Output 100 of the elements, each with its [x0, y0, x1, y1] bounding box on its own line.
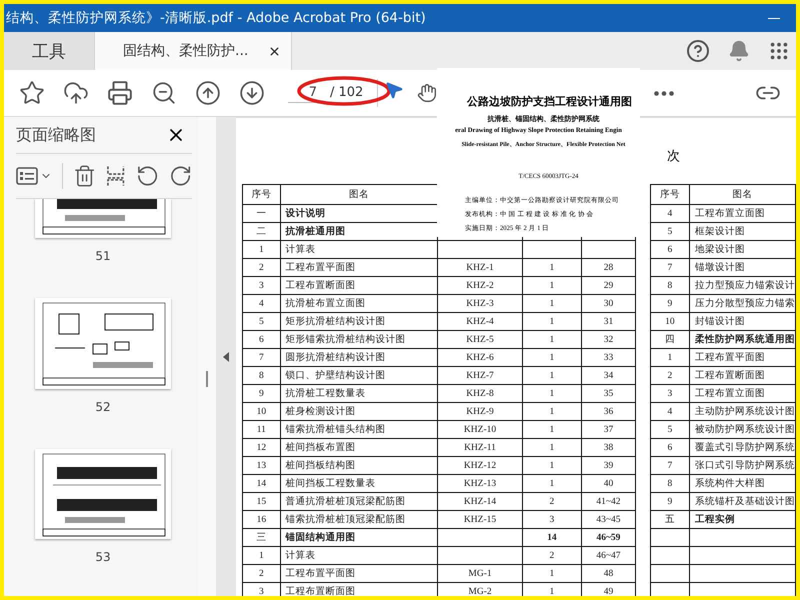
- cover-title: 公路边坡防护支挡工程设计通用图: [467, 94, 632, 109]
- table-cell: 35: [604, 388, 614, 398]
- table-cell: KHZ-12: [464, 460, 496, 470]
- table-cell: 4: [258, 298, 264, 308]
- table-cell: 工程布置平面图: [286, 569, 356, 579]
- table-cell: 16: [256, 514, 266, 524]
- star-icon: [19, 80, 45, 106]
- table-cell: 圆形抗滑桩结构设计图: [286, 353, 386, 363]
- table-cell: KHZ-9: [466, 406, 494, 416]
- table-cell: 系统锚杆及基础设计图: [695, 497, 795, 507]
- column-header: 图名: [732, 190, 752, 200]
- table-cell: 5: [258, 316, 264, 326]
- column-header: 序号: [251, 190, 272, 200]
- table-cell: 12: [256, 442, 266, 452]
- table-cell: 15: [256, 496, 266, 506]
- table-cell: 1: [550, 460, 554, 470]
- table-cell: KHZ-10: [464, 424, 496, 434]
- table-cell: 工程布置平面图: [286, 263, 356, 273]
- panel-title: 页面缩略图: [16, 124, 96, 146]
- table-cell: KHZ-4: [466, 316, 494, 326]
- table-cell: 普通抗滑桩桩顶冠梁配筋图: [286, 497, 406, 507]
- table-cell: 1: [550, 370, 554, 380]
- table-cell: 36: [604, 406, 614, 416]
- table-cell: 7: [668, 262, 672, 272]
- table-cell: 锚索抗滑桩桩顶冠梁配筋图: [286, 515, 406, 525]
- column-header: 序号: [660, 190, 680, 200]
- page-heading: 次: [667, 148, 680, 164]
- table-cell: 桩间挡板结构图: [286, 461, 356, 471]
- apps-icon[interactable]: [768, 40, 790, 62]
- table-cell: 10: [665, 316, 675, 326]
- table-cell: 7: [258, 352, 264, 362]
- table-cell: 3: [550, 514, 554, 524]
- page-number: 53: [95, 550, 111, 564]
- table-cell: 抗滑桩通用图: [286, 227, 346, 237]
- table-cell: 29: [604, 280, 614, 290]
- table-cell: KHZ-13: [464, 478, 496, 488]
- options-button[interactable]: [16, 167, 52, 185]
- table-cell: 9: [668, 496, 672, 506]
- scrollbar-thumb[interactable]: [206, 371, 208, 387]
- table-cell: 抗滑桩布置立面图: [286, 299, 366, 309]
- table-cell: MG-2: [468, 586, 492, 596]
- column-header: 图名: [349, 190, 370, 200]
- table-cell: 地梁设计图: [695, 245, 745, 255]
- table-cell: 柔性防护网系统通用图: [695, 335, 795, 345]
- tab[interactable]: 固结构、柔性防护...: [95, 32, 292, 70]
- insert-page-icon[interactable]: [106, 164, 126, 188]
- window-title: 结构、柔性防护网系统》-清晰版.pdf - Adobe Acrobat Pro (64-bit): [6, 9, 426, 27]
- table-cell: 张口式引导防护网系统: [695, 461, 795, 471]
- list-icon: [16, 167, 38, 185]
- table-cell: 33: [604, 352, 614, 362]
- table-cell: MG-1: [468, 568, 492, 578]
- table-cell: 32: [604, 334, 614, 344]
- table-cell: 1: [258, 550, 264, 560]
- table-cell: 锚索抗滑桩锚头结构图: [286, 425, 386, 435]
- rotate-left-icon[interactable]: [136, 164, 159, 188]
- table-cell: 40: [604, 478, 614, 488]
- table-cell: 计算表: [286, 551, 316, 561]
- cursor-icon: [384, 80, 404, 100]
- page-total: / 102: [330, 79, 378, 107]
- table-cell: 工程布置断面图: [286, 587, 356, 596]
- table-cell: 压力分散型预应力锚索: [695, 299, 795, 309]
- table-cell: 37: [604, 424, 614, 434]
- table-cell: 48: [604, 568, 614, 578]
- trash-icon[interactable]: [72, 164, 96, 188]
- table-cell: 工程布置平面图: [695, 353, 765, 363]
- table-cell: 6: [668, 244, 672, 254]
- table-cell: 6: [258, 334, 264, 344]
- table-cell: 1: [550, 478, 554, 488]
- table-cell: 3: [668, 388, 672, 398]
- rotate-right-icon[interactable]: [168, 164, 192, 188]
- table-cell: 桩间挡板布置图: [286, 443, 356, 453]
- table-cell: 一: [256, 209, 266, 219]
- table-cell: KHZ-2: [466, 280, 494, 290]
- table-cell: 系统构件大样图: [695, 479, 765, 489]
- bell-icon[interactable]: [728, 40, 750, 62]
- table-cell: 46~47: [596, 550, 621, 560]
- table-cell: 2: [550, 550, 554, 560]
- help-icon[interactable]: [686, 39, 710, 63]
- table-cell: 2: [258, 568, 264, 578]
- table-cell: 31: [604, 316, 614, 326]
- table-cell: 锚墩设计图: [695, 263, 745, 273]
- table-cell: 1: [550, 316, 554, 326]
- table-cell: 14: [547, 532, 557, 542]
- table-cell: 四: [664, 335, 675, 345]
- table-cell: 49: [604, 586, 614, 596]
- page-number: 52: [95, 400, 111, 414]
- table-cell: 9: [258, 388, 264, 398]
- table-cell: 锚固结构通用图: [286, 533, 356, 543]
- table-cell: 工程布置立面图: [695, 209, 765, 219]
- hand-icon: [417, 83, 438, 103]
- table-cell: 框架设计图: [695, 227, 745, 237]
- table-cell: 2: [668, 370, 672, 380]
- table-cell: 被动防护网系统设计图: [695, 425, 795, 435]
- tab[interactable]: 工具: [4, 32, 95, 70]
- table-cell: 8: [258, 370, 264, 380]
- collapse-arrow-icon[interactable]: [223, 352, 229, 362]
- close-icon[interactable]: [268, 44, 282, 58]
- table-cell: 2: [550, 496, 554, 506]
- table-cell: 1: [550, 406, 554, 416]
- table-cell: 39: [604, 460, 614, 470]
